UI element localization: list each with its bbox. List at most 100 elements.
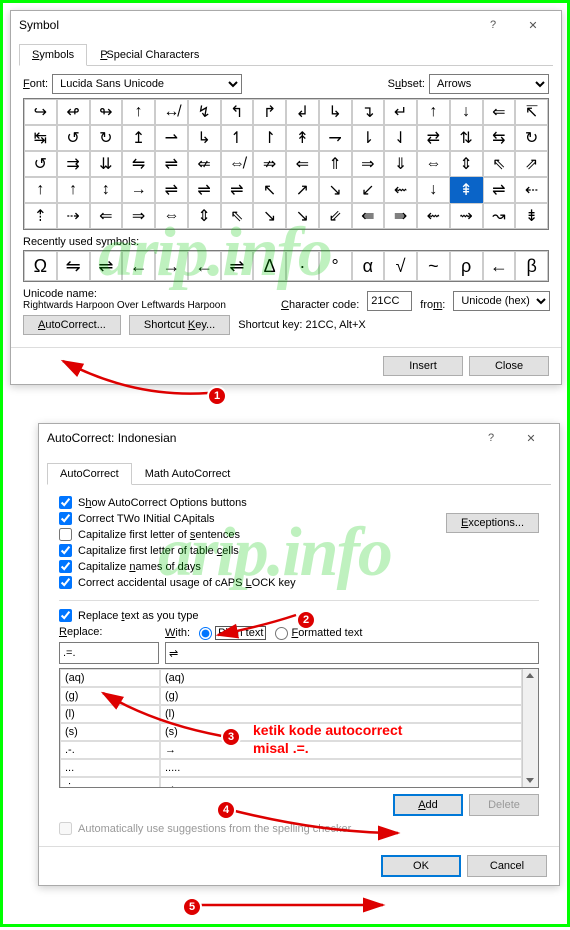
recent-symbol[interactable]: ~ (417, 251, 450, 281)
symbol-cell[interactable]: ⇋ (122, 151, 155, 177)
ac-with-cell[interactable]: → (160, 741, 522, 759)
symbol-cell[interactable]: ↳ (188, 125, 221, 151)
symbol-cell[interactable]: ⇅ (450, 125, 483, 151)
shortcut-button[interactable]: Shortcut Key... (129, 315, 230, 335)
radio-formatted[interactable] (275, 627, 288, 640)
symbol-cell[interactable]: ⇒ (122, 203, 155, 229)
chk-show[interactable] (59, 496, 72, 509)
symbol-cell[interactable]: ⇓ (384, 151, 417, 177)
symbol-cell[interactable]: ↕ (90, 177, 123, 203)
symbol-cell[interactable]: ⇉ (57, 151, 90, 177)
symbol-cell[interactable]: ↑ (57, 177, 90, 203)
ac-replace-cell[interactable]: .-. (60, 741, 160, 759)
symbol-cell[interactable]: ⇕ (450, 151, 483, 177)
symbol-cell[interactable]: ↻ (515, 125, 548, 151)
symbol-cell[interactable]: ⇍ (188, 151, 221, 177)
symbol-cell[interactable]: ↿ (221, 125, 254, 151)
symbol-cell[interactable]: ↱ (253, 99, 286, 125)
symbol-cell[interactable]: ↥ (122, 125, 155, 151)
symbol-cell[interactable]: ⇛ (384, 203, 417, 229)
recent-symbol[interactable]: Δ (253, 251, 286, 281)
symbol-cell[interactable]: ↑ (24, 177, 57, 203)
chk-table[interactable] (59, 544, 72, 557)
symbol-cell[interactable]: ↲ (286, 99, 319, 125)
symbol-cell[interactable]: ⇔ (417, 151, 450, 177)
close-button[interactable]: Close (469, 356, 549, 376)
symbol-cell[interactable]: ⇌ (221, 177, 254, 203)
recent-symbol[interactable]: ← (122, 251, 155, 281)
chk-days[interactable] (59, 560, 72, 573)
symbol-cell[interactable]: ↟ (286, 125, 319, 151)
ac-replace-cell[interactable]: (aq) (60, 669, 160, 687)
symbol-cell[interactable]: ⇝ (450, 203, 483, 229)
recent-symbol[interactable]: Ω (24, 251, 57, 281)
recent-symbol[interactable]: √ (384, 251, 417, 281)
symbol-cell[interactable]: ⇆ (483, 125, 516, 151)
symbol-cell[interactable]: ↪ (24, 99, 57, 125)
symbol-cell[interactable]: ↓ (450, 99, 483, 125)
ac-replace-cell[interactable]: (l) (60, 705, 160, 723)
ac-replace-cell[interactable]: (s) (60, 723, 160, 741)
symbol-cell[interactable]: ⇖ (221, 203, 254, 229)
symbol-cell[interactable]: ↬ (90, 99, 123, 125)
symbol-grid[interactable]: ↪↫↬↑↮↯↰↱↲↳↴↵↑↓⇐↸↹↺↻↥⇀↳↿↾↟⇁⇂⇃⇄⇅⇆↻↺⇉⇊⇋⇌⇍⇎⇏… (23, 98, 549, 230)
font-select[interactable]: Lucida Sans Unicode (52, 74, 242, 94)
symbol-cell[interactable]: ⇐ (483, 99, 516, 125)
symbol-cell[interactable]: ⇟ (515, 203, 548, 229)
symbol-cell[interactable]: ↗ (286, 177, 319, 203)
tab-special[interactable]: P Special Characters (87, 44, 212, 66)
symbol-cell[interactable]: ↵ (384, 99, 417, 125)
autocorrect-button[interactable]: AutoCorrect... (23, 315, 121, 335)
symbol-cell[interactable]: ↑ (417, 99, 450, 125)
symbol-cell[interactable]: ↳ (319, 99, 352, 125)
replace-input[interactable] (59, 642, 159, 664)
chk-sent[interactable] (59, 528, 72, 541)
symbol-cell[interactable]: ↴ (352, 99, 385, 125)
symbol-cell[interactable]: ↑ (122, 99, 155, 125)
chk-replace[interactable] (59, 609, 72, 622)
symbol-cell[interactable]: ⇏ (253, 151, 286, 177)
symbol-cell[interactable]: ⇡ (24, 203, 57, 229)
symbol-cell[interactable]: ⇎ (221, 151, 254, 177)
symbol-cell[interactable]: ↖ (253, 177, 286, 203)
add-button[interactable]: Add (393, 794, 463, 816)
symbol-cell[interactable]: ↰ (221, 99, 254, 125)
symbol-cell[interactable]: ⇑ (319, 151, 352, 177)
symbol-cell[interactable]: ⇠ (515, 177, 548, 203)
recent-symbol[interactable]: ⇌ (90, 251, 123, 281)
with-input[interactable] (165, 642, 539, 664)
ok-button[interactable]: OK (381, 855, 461, 877)
radio-plain[interactable] (199, 627, 212, 640)
symbol-cell[interactable]: ↙ (352, 177, 385, 203)
ac-with-cell[interactable]: ..... (160, 759, 522, 777)
ac-with-cell[interactable]: → (160, 777, 522, 788)
symbol-cell[interactable]: ⇙ (319, 203, 352, 229)
recent-symbol[interactable]: ← (188, 251, 221, 281)
symbol-cell[interactable]: ↘ (319, 177, 352, 203)
recent-symbol[interactable]: ° (319, 251, 352, 281)
symbol-cell[interactable]: ⇊ (90, 151, 123, 177)
from-select[interactable]: Unicode (hex) (453, 291, 550, 311)
ac-with-cell[interactable]: (l) (160, 705, 522, 723)
symbol-cell[interactable]: ↺ (57, 125, 90, 151)
ac-replace-cell[interactable]: .:. (60, 777, 160, 788)
recent-symbol[interactable]: → (155, 251, 188, 281)
symbol-cell[interactable]: ⇄ (417, 125, 450, 151)
symbol-cell[interactable]: → (122, 177, 155, 203)
symbol-cell[interactable]: ↫ (57, 99, 90, 125)
symbol-cell[interactable]: ⇗ (515, 151, 548, 177)
symbol-cell[interactable]: ⇖ (483, 151, 516, 177)
recent-symbol[interactable]: ← (483, 251, 516, 281)
symbol-cell[interactable]: ⇌ (155, 177, 188, 203)
symbol-cell[interactable]: ↘ (286, 203, 319, 229)
symbol-cell[interactable]: ↾ (253, 125, 286, 151)
symbol-cell[interactable]: ⇜ (417, 203, 450, 229)
symbol-cell[interactable]: ↯ (188, 99, 221, 125)
recent-symbol[interactable]: · (286, 251, 319, 281)
symbol-cell[interactable]: ⇂ (352, 125, 385, 151)
symbol-cell[interactable]: ↘ (253, 203, 286, 229)
symbol-cell[interactable]: ⇒ (352, 151, 385, 177)
recent-symbol[interactable]: ρ (450, 251, 483, 281)
help-icon[interactable]: ? (471, 424, 511, 452)
recent-symbol[interactable]: ⇋ (57, 251, 90, 281)
